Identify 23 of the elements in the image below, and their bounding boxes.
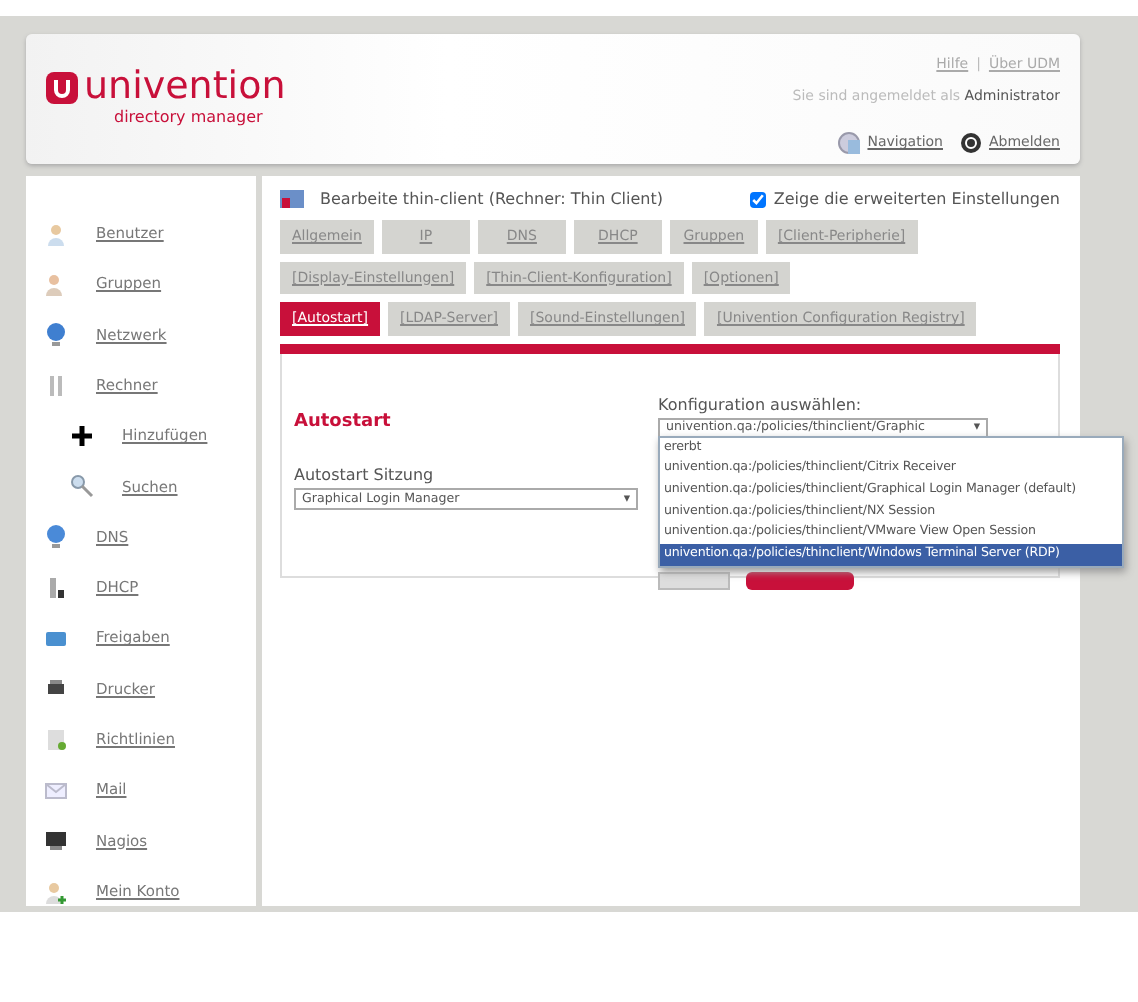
checkbox[interactable] bbox=[749, 192, 766, 208]
document-icon bbox=[44, 727, 68, 752]
save-button[interactable] bbox=[746, 571, 854, 589]
mail-icon bbox=[44, 777, 68, 802]
navigation-icon bbox=[837, 132, 860, 154]
user-icon bbox=[44, 879, 68, 903]
computer-icon bbox=[280, 189, 304, 211]
form-title: Bearbeite thin-client (Rechner: Thin Client) bbox=[320, 188, 663, 212]
section-title: Autostart bbox=[294, 409, 393, 435]
checkbox-label: Zeige die erweiterten Einstellungen bbox=[773, 188, 1060, 212]
logo-subtitle: directory manager bbox=[112, 106, 265, 130]
globe-icon bbox=[44, 524, 68, 549]
plus-icon bbox=[70, 423, 94, 448]
group-icon bbox=[44, 271, 68, 296]
monitor-icon bbox=[44, 828, 68, 853]
globe-icon bbox=[44, 322, 68, 347]
logout-icon bbox=[959, 132, 981, 154]
field-label: Konfiguration auswählen: bbox=[658, 393, 864, 417]
search-icon bbox=[70, 474, 94, 499]
user-icon bbox=[44, 221, 68, 246]
logo-text: univention bbox=[84, 68, 286, 106]
field-label: Autostart Sitzung bbox=[294, 464, 436, 488]
logo-icon bbox=[46, 71, 78, 103]
